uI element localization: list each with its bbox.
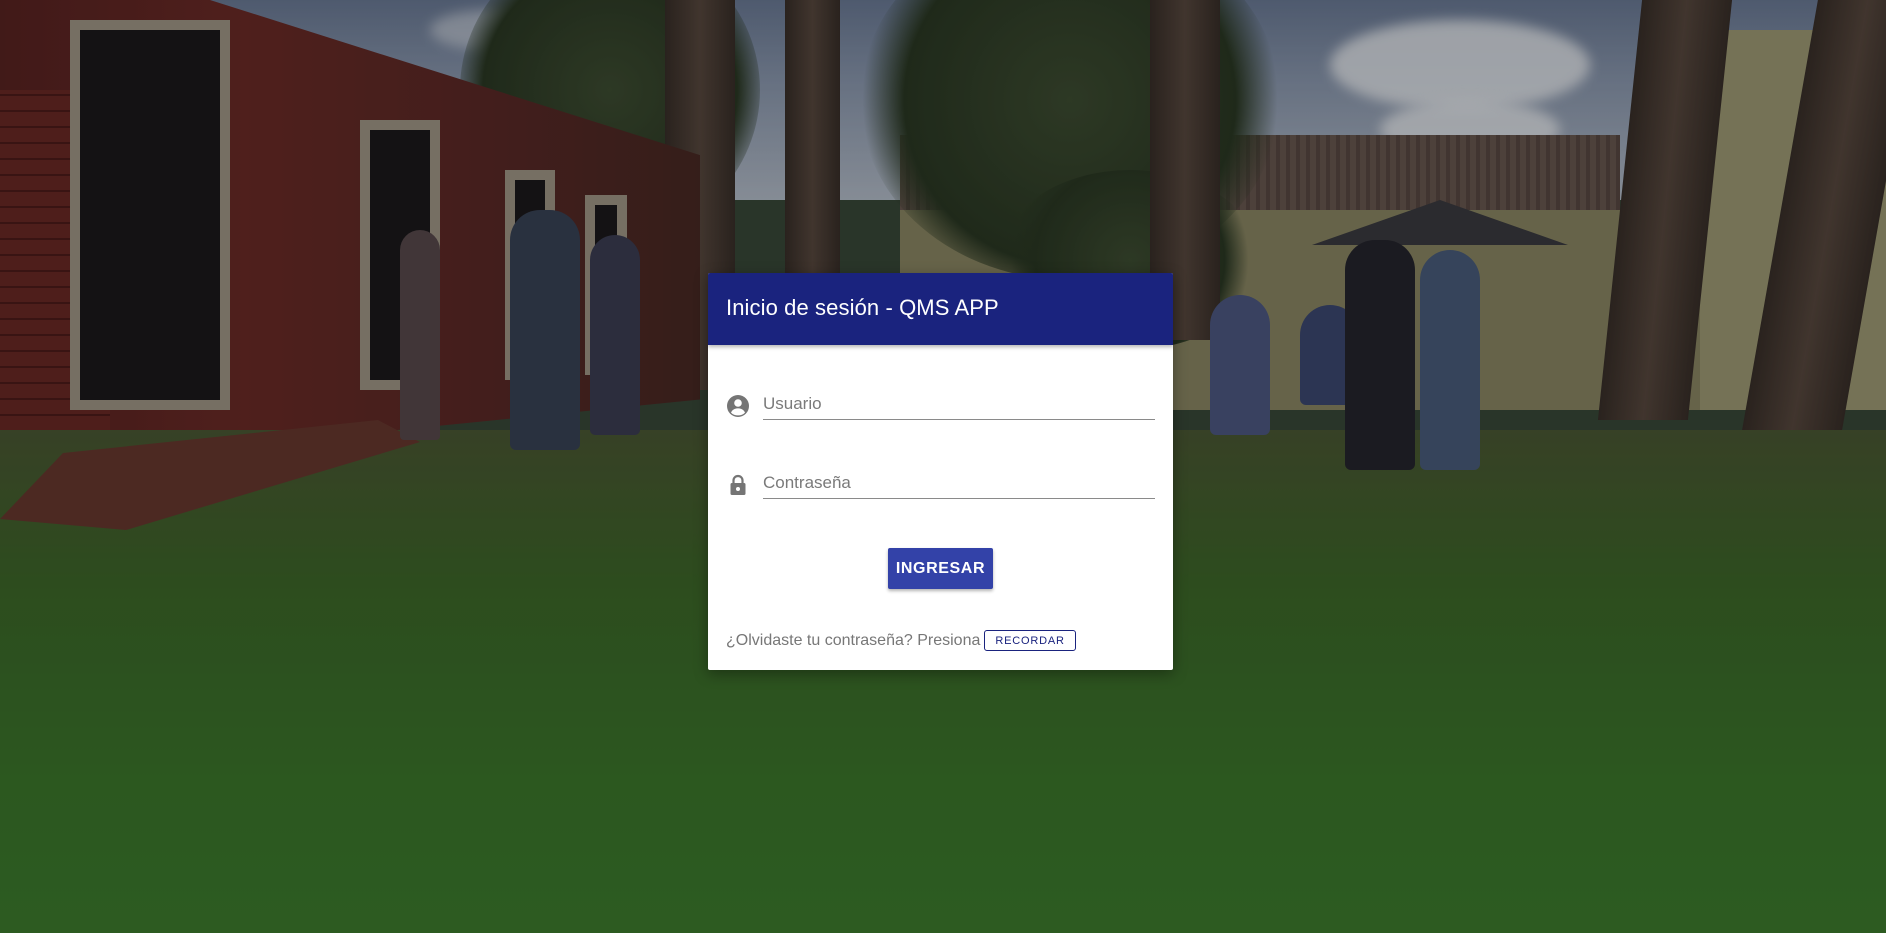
forgot-password-text: ¿Olvidaste tu contraseña? Presiona — [726, 631, 981, 649]
login-title: Inicio de sesión - QMS APP — [726, 295, 999, 320]
username-field — [726, 384, 1156, 424]
password-input[interactable] — [763, 463, 1155, 499]
lock-icon — [726, 473, 750, 497]
remember-password-button[interactable]: RECORDAR — [984, 630, 1076, 651]
forgot-password-row: ¿Olvidaste tu contraseña? Presiona RECOR… — [726, 630, 1076, 651]
login-button[interactable]: INGRESAR — [888, 548, 993, 589]
password-field — [726, 463, 1156, 503]
account-circle-icon — [726, 394, 750, 418]
login-card: Inicio de sesión - QMS APP INGRESAR ¿Olv… — [708, 273, 1173, 670]
login-card-header: Inicio de sesión - QMS APP — [708, 273, 1173, 345]
username-input[interactable] — [763, 384, 1155, 420]
